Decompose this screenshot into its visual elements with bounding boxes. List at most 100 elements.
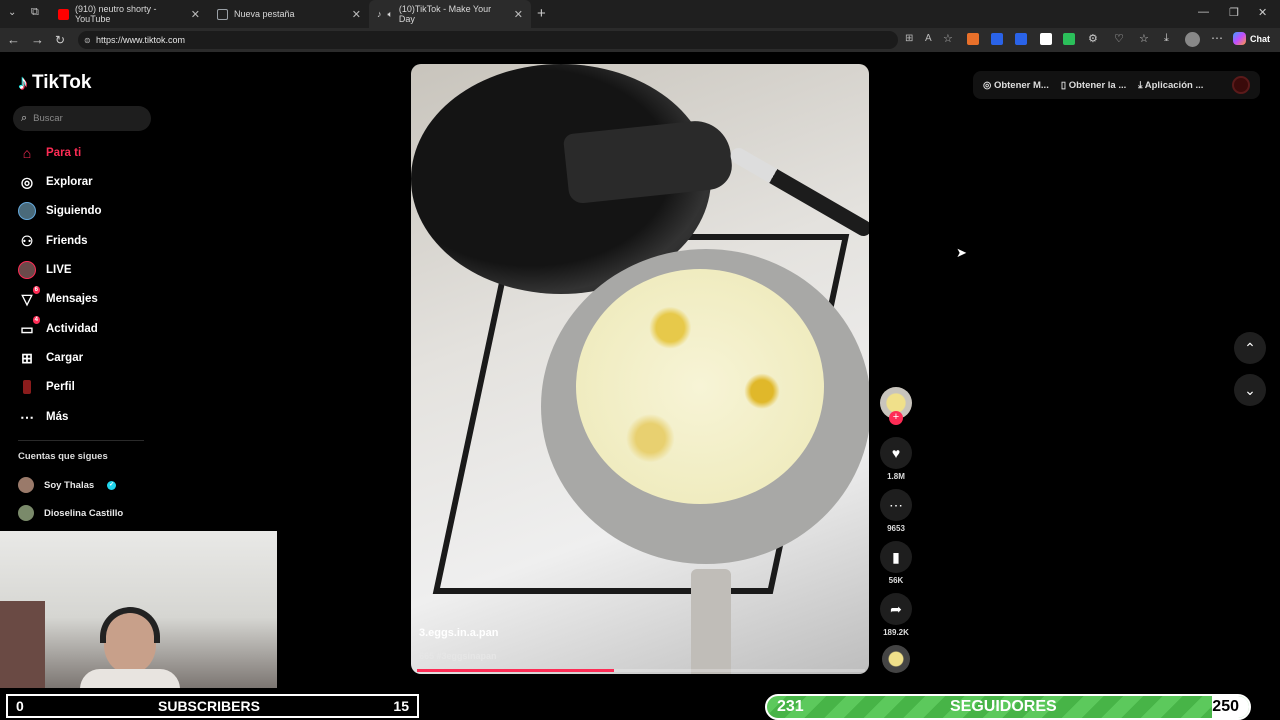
minimize-button[interactable]: —	[1198, 6, 1209, 18]
nav-label: Perfil	[46, 381, 75, 393]
search-placeholder: Buscar	[33, 113, 63, 124]
following-section-title: Cuentas que sigues	[18, 451, 108, 462]
close-tab-icon[interactable]: ✕	[352, 8, 361, 21]
save-button[interactable]: ▮ 56K	[879, 541, 913, 585]
copilot-button[interactable]: Chat	[1233, 32, 1270, 45]
performance-icon[interactable]: ♡	[1114, 32, 1124, 45]
nav-item-actividad[interactable]: ▭ 4 Actividad	[18, 316, 98, 340]
profile-avatar[interactable]	[1185, 32, 1200, 47]
search-input[interactable]: ⌕ Buscar	[13, 106, 151, 131]
share-button[interactable]: ➦ 189.2K	[879, 593, 913, 637]
pan-handle	[691, 569, 731, 674]
profile-icon	[18, 378, 36, 396]
extension-1-icon[interactable]	[967, 33, 979, 45]
nav-item-siguiendo[interactable]: Siguiendo	[18, 200, 102, 222]
music-disc-button[interactable]	[879, 645, 913, 673]
nav-label: Más	[46, 411, 69, 423]
next-video-button[interactable]: ⌄	[1234, 374, 1266, 406]
nav-label: Actividad	[46, 323, 98, 335]
tab-new-tab[interactable]: Nueva pestaña ✕	[209, 0, 369, 28]
settings-more-icon[interactable]: ⋯	[1211, 31, 1223, 45]
back-button[interactable]: ←	[7, 31, 20, 49]
copilot-icon	[1233, 32, 1246, 45]
nav-label: Cargar	[46, 352, 84, 364]
video-player[interactable]	[411, 64, 869, 674]
tiktok-logo[interactable]: ♪ TikTok	[18, 70, 91, 96]
webcam-person-body	[80, 669, 180, 688]
video-progress-bar[interactable]	[417, 669, 865, 672]
nav-item-live[interactable]: LIVE	[18, 259, 72, 281]
webcam-overlay	[0, 531, 277, 688]
extension-5-icon[interactable]	[1063, 33, 1075, 45]
following-account-dioselina-castillo[interactable]: Dioselina Castillo	[18, 504, 123, 522]
tab-tiktok[interactable]: ♪ 🔈︎ (10)TikTok - Make Your Day ✕	[369, 0, 531, 28]
nav-label: Siguiendo	[46, 205, 102, 217]
downloads-icon[interactable]: ⤓	[1164, 32, 1169, 45]
user-avatar[interactable]	[1232, 76, 1250, 94]
extension-3-icon[interactable]	[1015, 33, 1027, 45]
translate-icon[interactable]: A	[925, 33, 932, 44]
download-app-button[interactable]: ⤓ Aplicación ...	[1138, 80, 1203, 91]
top-action-label: Aplicación ...	[1144, 79, 1204, 91]
youtube-favicon-icon	[58, 8, 69, 20]
share-arrow-icon: ➦	[880, 593, 912, 625]
site-info-icon[interactable]: ⊜	[84, 36, 91, 45]
extensions-puzzle-icon[interactable]: ⚙	[1088, 32, 1098, 45]
creator-avatar-button[interactable]: +	[879, 387, 913, 425]
favorite-star-icon[interactable]: ☆	[943, 32, 953, 45]
nav-item-mensajes[interactable]: ▽ 6 Mensajes	[18, 286, 98, 310]
extension-4-icon[interactable]	[1040, 33, 1052, 45]
workspaces-icon[interactable]: ⧉	[31, 6, 39, 19]
top-action-label: Obtener M...	[993, 79, 1049, 91]
get-app-button[interactable]: ▯ Obtener la ...	[1061, 80, 1126, 91]
home-icon: ⌂	[22, 145, 32, 161]
subscribers-label: SUBSCRIBERS	[158, 698, 260, 714]
more-icon: ⋯	[20, 408, 34, 425]
app-available-icon[interactable]: ⊞	[905, 33, 913, 44]
follow-plus-icon[interactable]: +	[889, 411, 903, 425]
close-window-button[interactable]: ✕	[1258, 6, 1267, 19]
close-tab-icon[interactable]: ✕	[514, 8, 523, 21]
tab-youtube[interactable]: (910) neutro shorty - YouTube ✕	[50, 0, 208, 28]
account-name: Soy Thalas	[44, 479, 95, 491]
following-account-soy-thalas[interactable]: Soy Thalas ✓	[18, 476, 117, 494]
copilot-label: Chat	[1250, 33, 1270, 44]
top-action-label: Obtener la ...	[1068, 79, 1127, 91]
collections-icon[interactable]: ☆	[1139, 32, 1149, 45]
like-button[interactable]: ♥ 1.8M	[879, 437, 913, 481]
nav-item-para-ti[interactable]: ⌂ Para ti	[18, 142, 81, 164]
comment-button[interactable]: ⋯ 9653	[879, 489, 913, 533]
previous-video-button[interactable]: ⌃	[1234, 332, 1266, 364]
friends-icon: ⚇	[20, 232, 34, 249]
close-tab-icon[interactable]: ✕	[191, 8, 200, 21]
eggs	[576, 269, 824, 504]
address-bar[interactable]: ⊜ https://www.tiktok.com	[78, 31, 898, 49]
webcam-headset	[100, 607, 160, 643]
nav-item-cargar[interactable]: ⊞ Cargar	[18, 347, 83, 369]
nav-item-explorar[interactable]: ◎ Explorar	[18, 171, 93, 193]
nav-item-mas[interactable]: ⋯ Más	[18, 406, 68, 428]
music-disc-icon	[882, 645, 910, 673]
extension-2-icon[interactable]	[991, 33, 1003, 45]
save-count: 56K	[888, 576, 904, 585]
video-hashtags[interactable]: 665 #3eggsinapan	[419, 651, 497, 661]
speaker-icon[interactable]: 🔈︎	[388, 9, 393, 20]
nav-label: Explorar	[46, 176, 93, 188]
top-action-bar: ◎ Obtener M... ▯ Obtener la ... ⤓ Aplica…	[973, 71, 1260, 99]
comment-icon: ⋯	[880, 489, 912, 521]
avatar	[18, 477, 34, 493]
nav-item-perfil[interactable]: Perfil	[18, 376, 75, 398]
reload-button[interactable]: ↻	[55, 31, 65, 49]
new-tab-button[interactable]: +	[537, 5, 546, 22]
webcam-shelf	[0, 601, 45, 688]
tab-list-icon[interactable]: ⌄	[8, 7, 16, 18]
get-coins-button[interactable]: ◎ Obtener M...	[983, 80, 1049, 91]
maximize-button[interactable]: ❐	[1229, 6, 1239, 19]
video-caption[interactable]: 3.eggs.in.a.pan	[419, 627, 498, 639]
activity-badge: 4	[32, 316, 40, 324]
nav-item-friends[interactable]: ⚇ Friends	[18, 230, 88, 252]
forward-button[interactable]: →	[31, 31, 44, 49]
tab-label: Nueva pestaña	[234, 9, 295, 19]
tiktok-note-icon: ♪	[18, 71, 28, 94]
video-progress-fill	[417, 669, 615, 672]
